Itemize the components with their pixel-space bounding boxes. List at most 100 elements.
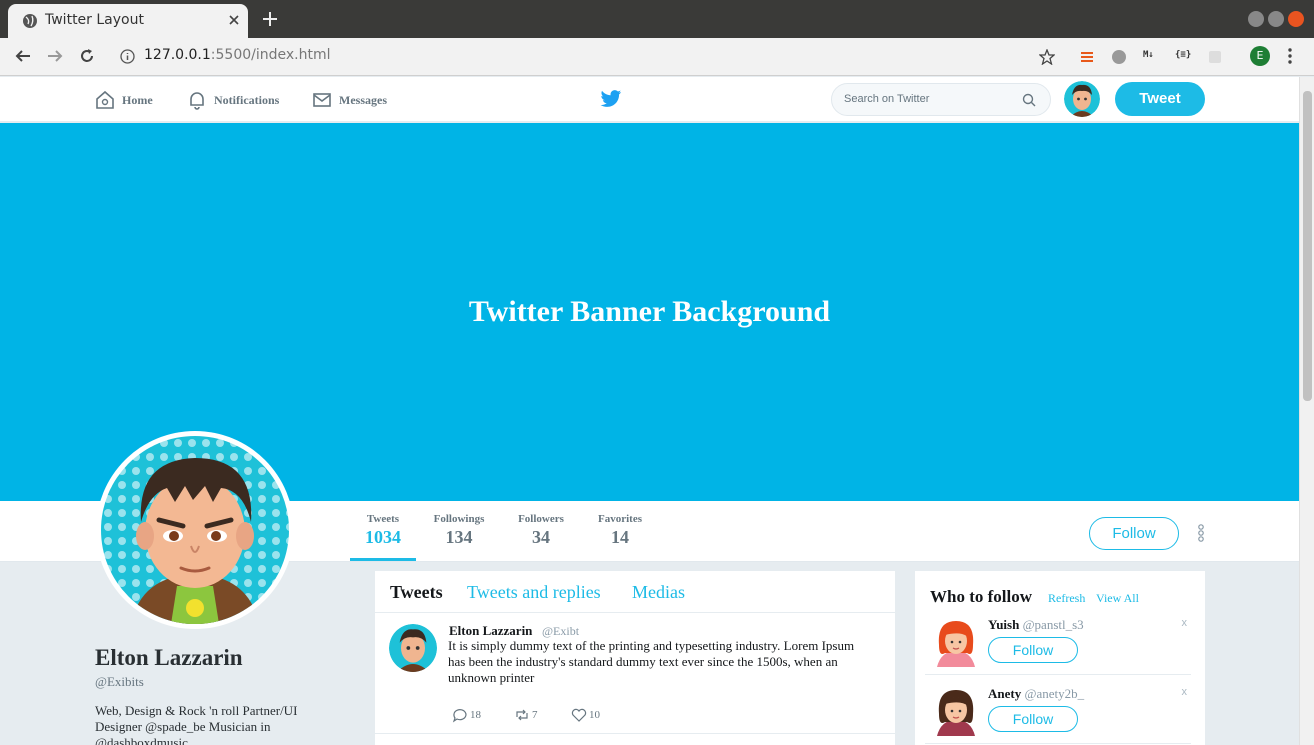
close-icon[interactable] [227,13,241,27]
heart-icon [571,708,587,722]
browser-profile-avatar[interactable]: E [1250,46,1270,66]
suggestion-name[interactable]: Anety @anety2b_ [988,686,1084,702]
nav-home[interactable]: Home [94,89,153,111]
suggestion-follow-button[interactable]: Follow [988,637,1078,663]
tweet-button[interactable]: Tweet [1115,82,1205,116]
stat-followings[interactable]: Followings 134 [426,513,492,548]
suggestion-handle: @panstl_s3 [1022,617,1084,632]
browser-tabbar: Twitter Layout [0,0,1314,38]
tab-title: Twitter Layout [45,12,144,28]
sliders-extension-icon[interactable] [1079,49,1095,65]
stat-followers[interactable]: Followers 34 [508,513,574,548]
follow-button[interactable]: Follow [1089,517,1179,550]
window-controls [1248,11,1304,27]
feed-tabs: Tweets Tweets and replies Medias [375,571,895,613]
reload-icon[interactable] [78,47,96,65]
plus-icon[interactable] [262,11,278,27]
tweet-author-handle[interactable]: @Exibt [542,624,579,639]
close-window-button[interactable] [1288,11,1304,27]
stat-tweets-label: Tweets [366,513,400,525]
home-icon [96,90,114,109]
view-all-link[interactable]: View All [1096,591,1139,606]
search-box[interactable]: Search on Twitter [831,83,1051,116]
cartoon-face-icon [389,624,437,672]
girl-avatar-icon [937,690,975,736]
suggestion-item: Anety @anety2b_ x Follow [925,684,1191,744]
info-icon[interactable] [120,49,135,64]
address-bar: 127.0.0.1:5500/index.html M↓ {≡} [0,38,1314,76]
minimize-button[interactable] [1248,11,1264,27]
nav-messages-label: Messages [339,92,387,107]
suggestion-name-text: Anety [988,686,1022,701]
like-count: 10 [589,709,600,721]
maximize-button[interactable] [1268,11,1284,27]
scrollbar-thumb[interactable] [1303,91,1312,401]
stat-followings-label: Followings [433,513,485,525]
url-path: :5500/index.html [210,47,331,63]
top-navigation: Home Notifications Messages Search on Tw… [0,77,1299,122]
back-arrow-icon[interactable] [14,47,32,65]
search-icon[interactable] [1022,93,1036,107]
tweets-feed: Tweets Tweets and replies Medias Elton L… [375,571,895,745]
forward-arrow-icon[interactable] [46,47,64,65]
tweet-item[interactable]: Elton Lazzarin @Exibt It is simply dummy… [375,614,895,734]
nav-notifications[interactable]: Notifications [186,89,279,111]
like-action[interactable]: 10 [571,707,600,723]
json-extension-icon[interactable]: {≡} [1175,50,1191,60]
tab-medias[interactable]: Medias [632,582,685,603]
tab-tweets[interactable]: Tweets [390,582,443,603]
refresh-link[interactable]: Refresh [1048,591,1085,606]
dismiss-suggestion-button[interactable]: x [1182,686,1188,698]
url-field[interactable]: 127.0.0.1:5500/index.html [144,47,331,63]
nav-messages[interactable]: Messages [311,89,387,111]
who-to-follow-panel: Who to follow Refresh View All Yuish @pa… [915,571,1205,745]
markdown-extension-icon[interactable]: M↓ [1143,50,1154,60]
browser-tab[interactable]: Twitter Layout [8,4,248,38]
browser-menu-icon[interactable] [1288,47,1292,65]
cartoon-face-icon [1064,81,1100,117]
tab-tweets-and-replies[interactable]: Tweets and replies [467,582,601,603]
compass-extension-icon[interactable] [1111,49,1127,65]
stat-favorites-label: Favorites [598,513,642,525]
more-options-icon[interactable] [1197,523,1205,543]
star-icon[interactable] [1039,49,1055,65]
girl-avatar-icon [937,621,975,667]
reply-count: 18 [470,709,481,721]
profile-avatar[interactable] [96,431,294,629]
suggestion-follow-button[interactable]: Follow [988,706,1078,732]
profile-bio: Web, Design & Rock 'n roll Partner/UI De… [95,703,298,745]
page-scrollbar[interactable] [1299,77,1314,745]
profile-name: Elton Lazzarin [95,645,243,670]
nav-home-label: Home [122,92,153,107]
stat-followings-value: 134 [445,527,473,547]
bell-icon [190,92,204,110]
tweet-author-name[interactable]: Elton Lazzarin [449,623,532,639]
search-input[interactable]: Search on Twitter [844,93,929,105]
profile-handle: @Exibits [95,674,144,689]
suggestion-name-text: Yuish [988,617,1020,632]
active-stat-underline [350,558,416,561]
suggestion-handle: @anety2b_ [1024,686,1085,701]
dismiss-suggestion-button[interactable]: x [1182,617,1188,629]
stat-followers-label: Followers [518,513,564,525]
stat-followers-value: 34 [532,527,550,547]
reply-action[interactable]: 18 [452,707,481,723]
retweet-action[interactable]: 7 [514,707,538,723]
globe-icon [23,14,37,28]
page-viewport: Home Notifications Messages Search on Tw… [0,77,1299,745]
retweet-icon [516,709,528,721]
envelope-icon [313,93,331,107]
stat-tweets[interactable]: Tweets 1034 [350,513,416,548]
stat-favorites-value: 14 [611,527,629,547]
nav-notifications-label: Notifications [214,92,280,107]
suggestion-name[interactable]: Yuish @panstl_s3 [988,617,1084,633]
tweet-text: It is simply dummy text of the printing … [448,638,855,685]
tweet-author-avatar[interactable] [389,624,437,672]
puzzle-extension-icon[interactable] [1207,49,1223,65]
twitter-bird-icon[interactable] [600,89,622,109]
banner-title: Twitter Banner Background [468,295,831,328]
stat-favorites[interactable]: Favorites 14 [587,513,653,548]
comment-icon [452,709,467,723]
url-host: 127.0.0.1 [144,47,211,63]
nav-user-avatar[interactable] [1064,81,1100,117]
